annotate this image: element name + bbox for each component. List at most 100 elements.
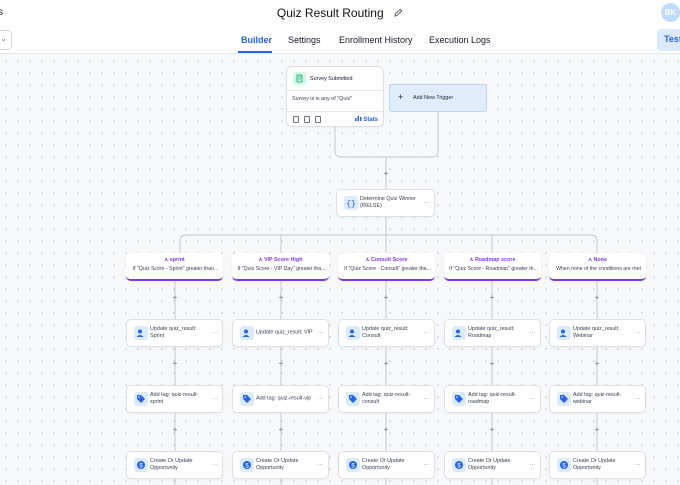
add-step-plus-icon[interactable]: + — [382, 170, 390, 178]
trigger-name: Survey Submitted — [310, 76, 353, 82]
if-else-node[interactable]: {} Determine Quiz Winner (If/ELSE) ··· — [336, 189, 435, 217]
tab-settings[interactable]: Settings — [288, 35, 321, 45]
top-bar: s Quiz Result Routing BK — [0, 0, 680, 26]
update-field-node[interactable]: Update quiz_result: Webinar ··· — [549, 319, 646, 347]
add-step-plus-icon[interactable]: + — [382, 294, 390, 302]
node-label: Update quiz_result: Roadmap — [468, 326, 515, 339]
opportunity-node[interactable]: $ Create Or Update Opportunity ··· — [126, 451, 223, 479]
update-field-node[interactable]: Update quiz_result: Roadmap ··· — [444, 319, 541, 347]
opportunity-node[interactable]: $ Create Or Update Opportunity ··· — [549, 451, 646, 479]
add-tag-node[interactable]: Add tag: quiz-result-sprint ··· — [126, 385, 223, 413]
branch-vip-score-high[interactable]: ⋏ VIP Score High If "Quiz Score - VIP Da… — [232, 253, 329, 281]
add-step-plus-icon[interactable]: + — [171, 294, 179, 302]
branch-roadmap-score[interactable]: ⋏ Roadmap score If "Quiz Score - Roadmap… — [444, 253, 541, 281]
trigger-card[interactable]: Survey Submitted Survey is is any of "Qu… — [286, 66, 384, 127]
more-icon[interactable]: ··· — [424, 462, 430, 469]
tab-execution-logs[interactable]: Execution Logs — [429, 35, 491, 45]
plus-icon: + — [398, 92, 404, 102]
add-step-plus-icon[interactable]: + — [593, 360, 601, 368]
add-step-plus-icon[interactable]: + — [593, 426, 601, 434]
node-label: Update quiz_result: Webinar — [573, 326, 620, 339]
more-icon[interactable]: ··· — [318, 396, 324, 403]
node-label: Create Or Update Opportunity — [256, 458, 299, 471]
opportunity-node[interactable]: $ Create Or Update Opportunity ··· — [444, 451, 541, 479]
more-icon[interactable]: ··· — [212, 462, 218, 469]
add-new-trigger-button[interactable]: + Add New Trigger — [389, 84, 487, 112]
clipboard-icon[interactable] — [293, 116, 299, 123]
document-icon — [293, 72, 306, 85]
add-tag-node[interactable]: Add tag: quiz-result-consult ··· — [338, 385, 435, 413]
more-icon[interactable]: ··· — [424, 396, 430, 403]
node-label: Update quiz_result: Sprint — [150, 326, 197, 339]
update-field-node[interactable]: Update quiz_result: VIP ··· — [232, 319, 329, 347]
test-button[interactable]: Test — [657, 29, 680, 51]
more-icon[interactable]: ··· — [530, 396, 536, 403]
node-label: Create Or Update Opportunity — [573, 458, 616, 471]
add-step-plus-icon[interactable]: + — [593, 294, 601, 302]
add-step-plus-icon[interactable]: + — [488, 360, 496, 368]
stats-button[interactable]: Stats — [354, 115, 378, 123]
add-step-plus-icon[interactable]: + — [171, 426, 179, 434]
add-step-plus-icon[interactable]: + — [277, 360, 285, 368]
branch-sprint[interactable]: ⋏ sprint If "Quiz Score - Sprint" greate… — [126, 253, 223, 281]
more-icon[interactable]: ··· — [530, 462, 536, 469]
more-icon[interactable]: ··· — [635, 462, 641, 469]
more-icon[interactable]: ··· — [318, 330, 324, 337]
pencil-icon[interactable] — [394, 4, 403, 22]
opportunity-node[interactable]: $ Create Or Update Opportunity ··· — [338, 451, 435, 479]
add-tag-node[interactable]: Add tag: quiz-result-webinar ··· — [549, 385, 646, 413]
add-step-plus-icon[interactable]: + — [488, 294, 496, 302]
add-tag-node[interactable]: Add tag: quiz-result-roadmap ··· — [444, 385, 541, 413]
update-field-node[interactable]: Update quiz_result: Consult ··· — [338, 319, 435, 347]
back-button[interactable]: ⌄ — [0, 30, 12, 50]
dollar-icon: $ — [452, 458, 466, 472]
add-step-plus-icon[interactable]: + — [277, 426, 285, 434]
copy-icon[interactable] — [304, 116, 310, 123]
more-icon[interactable]: ··· — [212, 330, 218, 337]
node-label: Add tag: quiz-result-roadmap — [468, 392, 517, 405]
trigger-header: Survey Submitted — [287, 67, 383, 91]
more-icon[interactable]: ··· — [212, 396, 218, 403]
more-icon[interactable]: ··· — [424, 200, 430, 207]
branch-consult-score[interactable]: ⋏ Consult Score If "Quiz Score - Consult… — [338, 253, 435, 281]
avatar[interactable]: BK — [661, 3, 680, 22]
branch-none[interactable]: ⋏ None When none of the conditions are m… — [549, 253, 646, 281]
bar-chart-icon — [354, 116, 362, 121]
dollar-icon: $ — [134, 458, 148, 472]
add-tag-node[interactable]: Add tag: quiz-result-vip ··· — [232, 385, 329, 413]
add-step-plus-icon[interactable]: + — [382, 426, 390, 434]
svg-text:{}: {} — [346, 200, 356, 209]
workflow-canvas[interactable]: Survey Submitted Survey is is any of "Qu… — [0, 55, 680, 485]
dollar-icon: $ — [240, 458, 254, 472]
more-icon[interactable]: ··· — [635, 396, 641, 403]
add-step-plus-icon[interactable]: + — [171, 360, 179, 368]
tag-icon — [557, 392, 571, 406]
braces-icon: {} — [344, 196, 358, 210]
stats-label: Stats — [363, 117, 378, 123]
more-icon[interactable]: ··· — [318, 462, 324, 469]
opportunity-node[interactable]: $ Create Or Update Opportunity ··· — [232, 451, 329, 479]
more-icon[interactable]: ··· — [530, 330, 536, 337]
add-step-plus-icon[interactable]: + — [382, 360, 390, 368]
more-icon[interactable]: ··· — [424, 330, 430, 337]
add-step-plus-icon[interactable]: + — [488, 426, 496, 434]
trigger-footer: Stats — [287, 111, 383, 126]
trigger-condition: Survey is is any of "Quiz" — [292, 96, 353, 102]
branch-condition: If "Quiz Score - Roadmap" greater th... — [449, 266, 538, 272]
branch-name: ⋏ sprint — [164, 257, 185, 263]
node-label: Add tag: quiz-result-webinar — [573, 392, 622, 405]
tag-icon — [240, 392, 254, 406]
dollar-icon: $ — [346, 458, 360, 472]
trash-icon[interactable] — [315, 116, 321, 123]
user-icon — [452, 326, 466, 340]
branch-name: ⋏ VIP Score High — [258, 257, 303, 263]
add-step-plus-icon[interactable]: + — [277, 294, 285, 302]
tab-builder[interactable]: Builder — [241, 35, 272, 45]
update-field-node[interactable]: Update quiz_result: Sprint ··· — [126, 319, 223, 347]
more-icon[interactable]: ··· — [635, 330, 641, 337]
tab-enrollment-history[interactable]: Enrollment History — [339, 35, 413, 45]
node-label: Update quiz_result: VIP — [256, 329, 313, 336]
node-label: Create Or Update Opportunity — [362, 458, 405, 471]
add-trigger-label: Add New Trigger — [413, 95, 454, 101]
tag-icon — [452, 392, 466, 406]
